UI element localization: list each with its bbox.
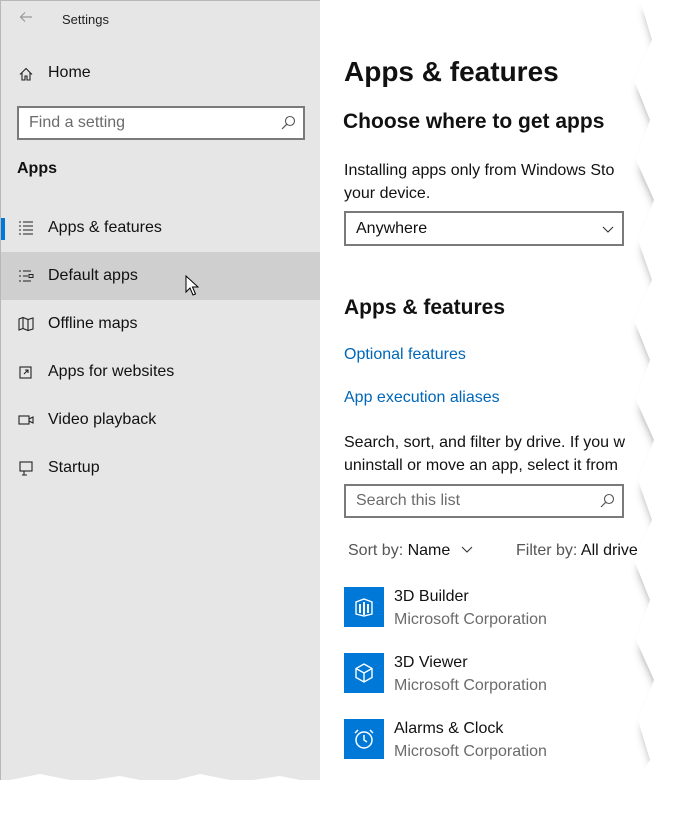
- home-icon: [19, 67, 33, 81]
- filter-label: Filter by:: [516, 542, 578, 559]
- sidebar-item-default-apps[interactable]: Default apps: [1, 252, 321, 300]
- app-publisher: Microsoft Corporation: [394, 611, 547, 628]
- back-arrow-icon: [19, 12, 32, 22]
- app-name: 3D Builder: [394, 588, 469, 605]
- video-icon: [18, 415, 34, 425]
- window-title: Settings: [62, 12, 109, 27]
- sort-label: Sort by:: [348, 542, 404, 559]
- chevron-down-icon: [461, 546, 473, 553]
- sidebar-item-offline-maps[interactable]: Offline maps: [1, 300, 321, 348]
- sort-by-control[interactable]: Sort by: Name: [348, 542, 473, 560]
- page-title: Apps & features: [344, 56, 559, 87]
- alarm-clock-icon: [344, 719, 384, 759]
- chevron-down-icon: [602, 226, 614, 233]
- find-setting-input[interactable]: [19, 108, 269, 138]
- startup-icon: [19, 461, 33, 476]
- optional-features-link[interactable]: Optional features: [344, 346, 466, 364]
- app-publisher: Microsoft Corporation: [394, 677, 547, 694]
- 3d-builder-icon: [344, 587, 384, 627]
- settings-window: Settings Home Apps Apps: [0, 0, 645, 780]
- apps-features-heading: Apps & features: [344, 296, 506, 319]
- app-list-item[interactable]: 3D Builder Microsoft Corporation: [344, 587, 645, 643]
- app-list-item[interactable]: Alarms & Clock Microsoft Corporation: [344, 719, 645, 775]
- description-line: your device.: [344, 185, 431, 202]
- sidebar-item-apps-features[interactable]: Apps & features: [1, 204, 321, 252]
- find-setting-search-box[interactable]: [17, 106, 305, 140]
- open-link-icon: [19, 366, 32, 379]
- sidebar-item-label: Offline maps: [48, 315, 138, 332]
- app-execution-aliases-link[interactable]: App execution aliases: [344, 389, 500, 407]
- sidebar-item-startup[interactable]: Startup: [1, 444, 321, 492]
- filter-by-control[interactable]: Filter by: All drive: [516, 542, 638, 560]
- selected-indicator: [1, 218, 5, 240]
- app-list-item[interactable]: 3D Viewer Microsoft Corporation: [344, 653, 645, 709]
- sidebar-item-home[interactable]: Home: [1, 57, 321, 91]
- choose-apps-heading: Choose where to get apps: [343, 110, 605, 133]
- sidebar-item-apps-for-websites[interactable]: Apps for websites: [1, 348, 321, 396]
- default-apps-icon: [19, 270, 34, 282]
- app-list-description: Search, sort, and filter by drive. If yo…: [344, 431, 625, 477]
- list-icon: [19, 221, 33, 235]
- app-name: 3D Viewer: [394, 654, 468, 671]
- sidebar-item-label: Video playback: [48, 411, 157, 428]
- app-source-dropdown[interactable]: Anywhere: [344, 211, 624, 246]
- map-icon: [18, 316, 34, 332]
- sidebar-item-label: Default apps: [48, 267, 138, 284]
- sidebar-section-apps: Apps: [17, 160, 57, 177]
- search-list-box[interactable]: [344, 484, 624, 518]
- search-icon: [281, 115, 296, 130]
- mouse-cursor-icon: [185, 275, 199, 296]
- 3d-viewer-icon: [344, 653, 384, 693]
- app-publisher: Microsoft Corporation: [394, 743, 547, 760]
- search-list-input[interactable]: [346, 486, 586, 516]
- main-content: Apps & features Choose where to get apps…: [320, 0, 645, 780]
- description-line: Installing apps only from Windows Sto: [344, 162, 615, 179]
- sidebar-item-label: Apps for websites: [48, 363, 175, 380]
- back-button[interactable]: [15, 7, 37, 27]
- filter-value: All drive: [580, 542, 638, 559]
- sidebar-item-label: Apps & features: [48, 219, 162, 236]
- description-line: Search, sort, and filter by drive. If yo…: [344, 434, 626, 451]
- search-icon: [600, 493, 615, 508]
- sidebar-item-video-playback[interactable]: Video playback: [1, 396, 321, 444]
- dropdown-value: Anywhere: [356, 220, 428, 237]
- sidebar-item-label: Startup: [48, 459, 100, 476]
- sort-value: Name: [407, 542, 451, 559]
- home-label: Home: [48, 64, 91, 81]
- app-name: Alarms & Clock: [394, 720, 504, 737]
- screenshot-frame: Settings Home Apps Apps: [0, 0, 678, 822]
- sidebar: Settings Home Apps Apps: [0, 0, 321, 780]
- description-line: uninstall or move an app, select it from: [344, 457, 618, 474]
- choose-apps-description: Installing apps only from Windows Sto yo…: [344, 159, 645, 205]
